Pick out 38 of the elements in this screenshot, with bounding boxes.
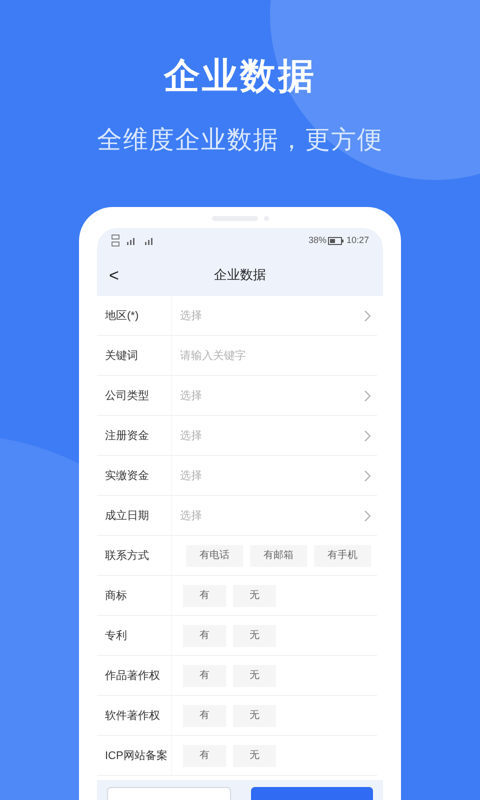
option-chip[interactable]: 有 bbox=[183, 704, 226, 727]
field-label: ICP网站备案 bbox=[105, 748, 168, 764]
back-button[interactable]: < bbox=[109, 266, 119, 284]
battery-icon bbox=[328, 236, 344, 245]
option-chip[interactable]: 有 bbox=[183, 584, 226, 607]
field-label: 实缴资金 bbox=[105, 468, 149, 484]
chevron-right-icon bbox=[364, 390, 371, 402]
option-chip[interactable]: 有邮箱 bbox=[250, 544, 307, 567]
chevron-right-icon bbox=[364, 470, 371, 482]
option-chip[interactable]: 无 bbox=[233, 584, 276, 607]
option-chip[interactable]: 有 bbox=[183, 664, 226, 687]
option-chip[interactable]: 无 bbox=[233, 744, 276, 767]
promo-title: 企业数据 bbox=[164, 54, 316, 98]
field-label: 专利 bbox=[105, 628, 127, 644]
input-field[interactable]: 请输入关键字 bbox=[172, 336, 377, 376]
screen-title: 企业数据 bbox=[214, 266, 266, 284]
option-chip[interactable]: 有手机 bbox=[314, 544, 371, 567]
chevron-right-icon bbox=[364, 310, 371, 322]
promo-subtitle: 全维度企业数据，更方便 bbox=[97, 125, 383, 156]
field-label: 关键词 bbox=[105, 348, 138, 364]
status-time: 10:27 bbox=[346, 234, 369, 248]
chevron-right-icon bbox=[364, 510, 371, 522]
option-chip[interactable]: 有 bbox=[183, 624, 226, 647]
field-label: 商标 bbox=[105, 588, 127, 604]
option-chip[interactable]: 无 bbox=[233, 624, 276, 647]
field-label: 成立日期 bbox=[105, 508, 149, 524]
option-chip[interactable]: 无 bbox=[233, 664, 276, 687]
battery-percent: 38% bbox=[308, 234, 326, 248]
chevron-right-icon bbox=[364, 430, 371, 442]
field-label: 地区(*) bbox=[105, 308, 139, 324]
field-label: 注册资金 bbox=[105, 428, 149, 444]
field-label: 作品著作权 bbox=[105, 668, 160, 684]
option-chip[interactable]: 无 bbox=[233, 704, 276, 727]
field-label: 公司类型 bbox=[105, 388, 149, 404]
field-label: 软件著作权 bbox=[105, 708, 160, 724]
option-chip[interactable]: 有 bbox=[183, 744, 226, 767]
option-chip[interactable]: 有电话 bbox=[186, 544, 243, 567]
field-label: 联系方式 bbox=[105, 548, 149, 564]
